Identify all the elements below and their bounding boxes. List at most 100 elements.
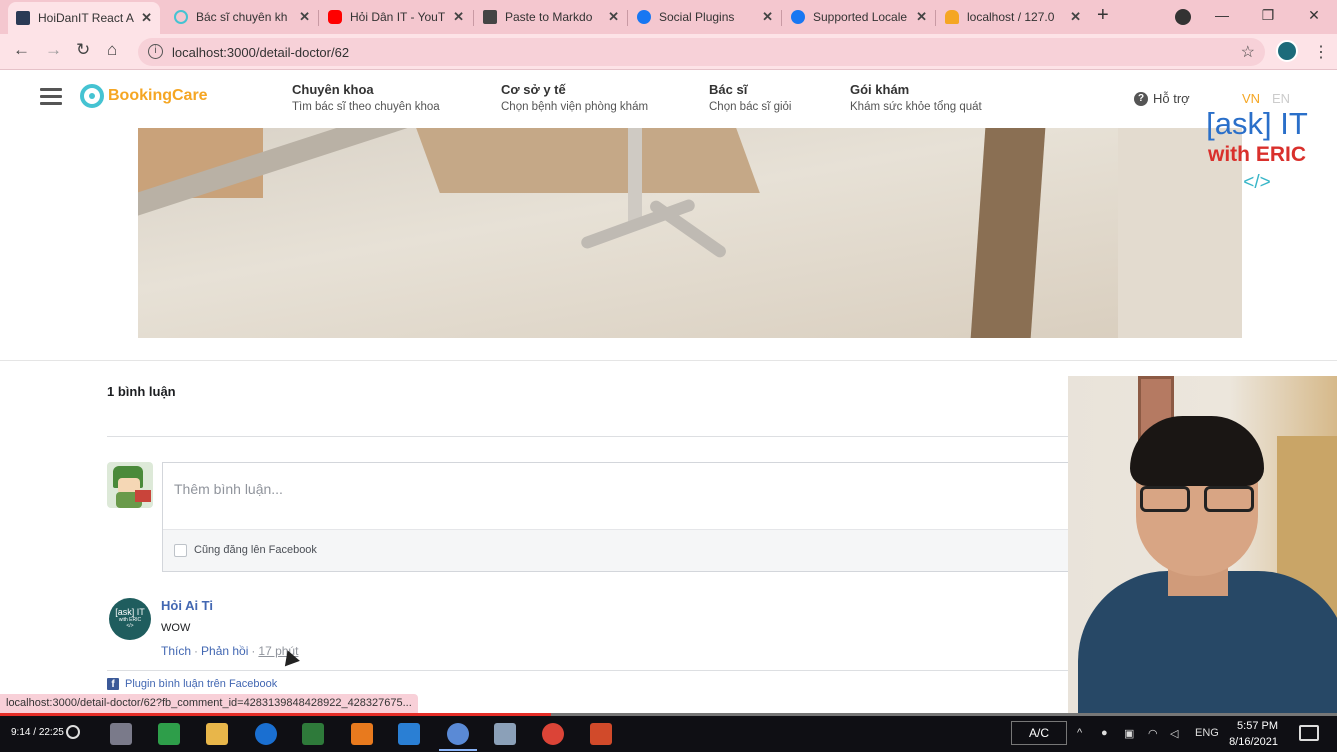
- wifi-icon[interactable]: ◠: [1148, 727, 1158, 740]
- youtube-favicon-icon: [328, 10, 342, 24]
- sourcetree-icon[interactable]: [302, 723, 324, 745]
- microphone-icon[interactable]: ●: [1101, 727, 1108, 739]
- file-explorer-icon[interactable]: [206, 723, 228, 745]
- volume-icon[interactable]: ◁: [1170, 727, 1178, 740]
- close-tab-icon[interactable]: ✕: [141, 10, 152, 26]
- new-tab-icon[interactable]: +: [1097, 4, 1109, 27]
- tab-title: Bác sĩ chuyên kh: [196, 10, 288, 24]
- tab-social-plugins[interactable]: Social Plugins ✕: [629, 4, 781, 30]
- composer-footer: Cũng đăng lên Facebook: [163, 529, 1106, 571]
- bookingcare-logo-icon: [80, 84, 104, 108]
- tab-title: Social Plugins: [659, 10, 735, 24]
- xampp-icon[interactable]: [351, 723, 373, 745]
- question-circle-icon: ?: [1134, 91, 1148, 106]
- reload-icon[interactable]: ↻: [76, 40, 90, 60]
- nav-subtitle: Chọn bệnh viện phòng khám: [501, 101, 649, 113]
- recorder-icon[interactable]: [590, 723, 612, 745]
- reply-link[interactable]: Phản hồi: [201, 644, 248, 658]
- window-controls: — ❐ ✕: [1199, 0, 1337, 30]
- facebook-icon: f: [107, 678, 119, 690]
- commenter-name[interactable]: Hỏi Ai Ti: [161, 598, 213, 613]
- bookingcare-favicon-icon: [174, 10, 188, 24]
- forward-icon[interactable]: →: [45, 40, 62, 60]
- close-tab-icon[interactable]: ✕: [299, 9, 310, 25]
- close-tab-icon[interactable]: ✕: [916, 9, 927, 25]
- close-tab-icon[interactable]: ✕: [1070, 9, 1081, 25]
- nav-subtitle: Chọn bác sĩ giỏi: [709, 101, 792, 113]
- minimize-icon[interactable]: —: [1199, 7, 1245, 23]
- facebook-plugin-link[interactable]: f Plugin bình luận trên Facebook: [107, 678, 277, 690]
- back-icon[interactable]: ←: [13, 40, 30, 60]
- chrome-icon[interactable]: [542, 723, 564, 745]
- close-window-icon[interactable]: ✕: [1291, 7, 1337, 24]
- nav-title: Gói khám: [850, 82, 910, 97]
- link-status-url: localhost:3000/detail-doctor/62?fb_comme…: [0, 694, 418, 713]
- support-link[interactable]: ? Hỗ trợ: [1134, 91, 1190, 106]
- tab-title: localhost / 127.0: [967, 10, 1055, 24]
- chrome-active-icon[interactable]: [439, 723, 477, 751]
- skype-icon[interactable]: [255, 723, 277, 745]
- keyboard-icon[interactable]: ▣: [1124, 727, 1134, 740]
- language-en[interactable]: EN: [1272, 91, 1290, 106]
- more-menu-icon[interactable]: ⋮: [1313, 42, 1329, 62]
- task-view-icon[interactable]: [110, 723, 132, 745]
- nav-chuyen-khoa[interactable]: Chuyên khoa Tìm bác sĩ theo chuyên khoa: [292, 82, 440, 113]
- tab-bac-si[interactable]: Bác sĩ chuyên kh ✕: [166, 4, 318, 30]
- vscode-icon[interactable]: [398, 723, 420, 745]
- input-language[interactable]: ENG: [1195, 727, 1219, 739]
- tab-paste-markdown[interactable]: Paste to Markdo ✕: [475, 4, 627, 30]
- search-icon[interactable]: [66, 725, 80, 739]
- current-user-avatar: [107, 462, 153, 508]
- site-logo[interactable]: BookingCare: [80, 84, 208, 108]
- chevron-up-icon[interactable]: ^: [1077, 727, 1082, 739]
- nav-title: Chuyên khoa: [292, 82, 374, 97]
- phpmyadmin-favicon-icon: [945, 10, 959, 24]
- commenter-avatar[interactable]: [ask] IT with ERIC </>: [109, 598, 151, 640]
- close-tab-icon[interactable]: ✕: [762, 9, 773, 25]
- like-link[interactable]: Thích: [161, 644, 191, 658]
- comment-input[interactable]: Thêm bình luận...: [174, 481, 283, 497]
- nav-bac-si[interactable]: Bác sĩ Chọn bác sĩ giỏi: [709, 82, 791, 113]
- nav-subtitle: Khám sức khỏe tổng quát: [850, 101, 982, 113]
- url-text[interactable]: localhost:3000/detail-doctor/62: [172, 45, 349, 60]
- profile-avatar[interactable]: [1276, 40, 1298, 62]
- nav-goi-kham[interactable]: Gói khám Khám sức khỏe tổng quát: [850, 82, 982, 113]
- nav-title: Cơ sở y tế: [501, 82, 566, 97]
- address-bar[interactable]: i localhost:3000/detail-doctor/62 ☆: [138, 38, 1265, 66]
- tab-title: Paste to Markdo: [505, 10, 593, 24]
- ac-indicator[interactable]: A/C: [1011, 721, 1067, 745]
- tab-hoidanit-react[interactable]: HoiDanIT React A ✕: [8, 2, 160, 34]
- tab-separator: [318, 10, 319, 26]
- hamburger-menu-icon[interactable]: [40, 88, 62, 106]
- nav-co-so-y-te[interactable]: Cơ sở y tế Chọn bệnh viện phòng khám: [501, 82, 648, 113]
- browser-tabstrip: HoiDanIT React A ✕ Bác sĩ chuyên kh ✕ Hỏ…: [0, 0, 1337, 34]
- video-time: 9:14 / 22:25: [11, 727, 64, 738]
- notes-app-icon[interactable]: [494, 723, 516, 745]
- clock-date: 8/16/2021: [1229, 736, 1278, 748]
- restore-icon[interactable]: ❐: [1245, 7, 1291, 24]
- tab-phpmyadmin[interactable]: localhost / 127.0 ✕: [937, 4, 1089, 30]
- clinic-cover-image: [138, 128, 1242, 338]
- tab-youtube[interactable]: Hỏi Dân IT - YouT ✕: [320, 4, 472, 30]
- tab-title: HoiDanIT React A: [38, 11, 134, 25]
- windows-taskbar: 9:14 / 22:25 A/C ^ ● ▣ ◠ ◁ ENG 5:57 PM 8…: [0, 716, 1337, 752]
- webcam-overlay: [1068, 376, 1337, 715]
- system-clock[interactable]: 5:57 PM 8/16/2021: [1228, 718, 1278, 750]
- camtasia-icon[interactable]: [158, 723, 180, 745]
- close-tab-icon[interactable]: ✕: [453, 9, 464, 25]
- home-icon[interactable]: ⌂: [107, 40, 117, 60]
- bookmark-star-icon[interactable]: ☆: [1241, 42, 1255, 62]
- tab-supported-locales[interactable]: Supported Locale ✕: [783, 4, 935, 30]
- close-tab-icon[interactable]: ✕: [608, 9, 619, 25]
- tab-search-icon[interactable]: [1175, 9, 1191, 25]
- share-to-facebook-checkbox[interactable]: [174, 544, 187, 557]
- site-info-icon[interactable]: i: [148, 44, 163, 59]
- comment-actions: Thích · Phản hồi · 17 phút: [161, 644, 299, 658]
- notification-icon[interactable]: [1299, 725, 1319, 741]
- tab-title: Hỏi Dân IT - YouT: [350, 10, 446, 24]
- watermark-line1: [ask] IT: [1206, 106, 1308, 141]
- comments-footer-divider: [107, 670, 1107, 671]
- video-duration: 22:25: [38, 727, 64, 738]
- site-header: BookingCare Chuyên khoa Tìm bác sĩ theo …: [0, 70, 1337, 128]
- language-vn[interactable]: VN: [1242, 91, 1260, 106]
